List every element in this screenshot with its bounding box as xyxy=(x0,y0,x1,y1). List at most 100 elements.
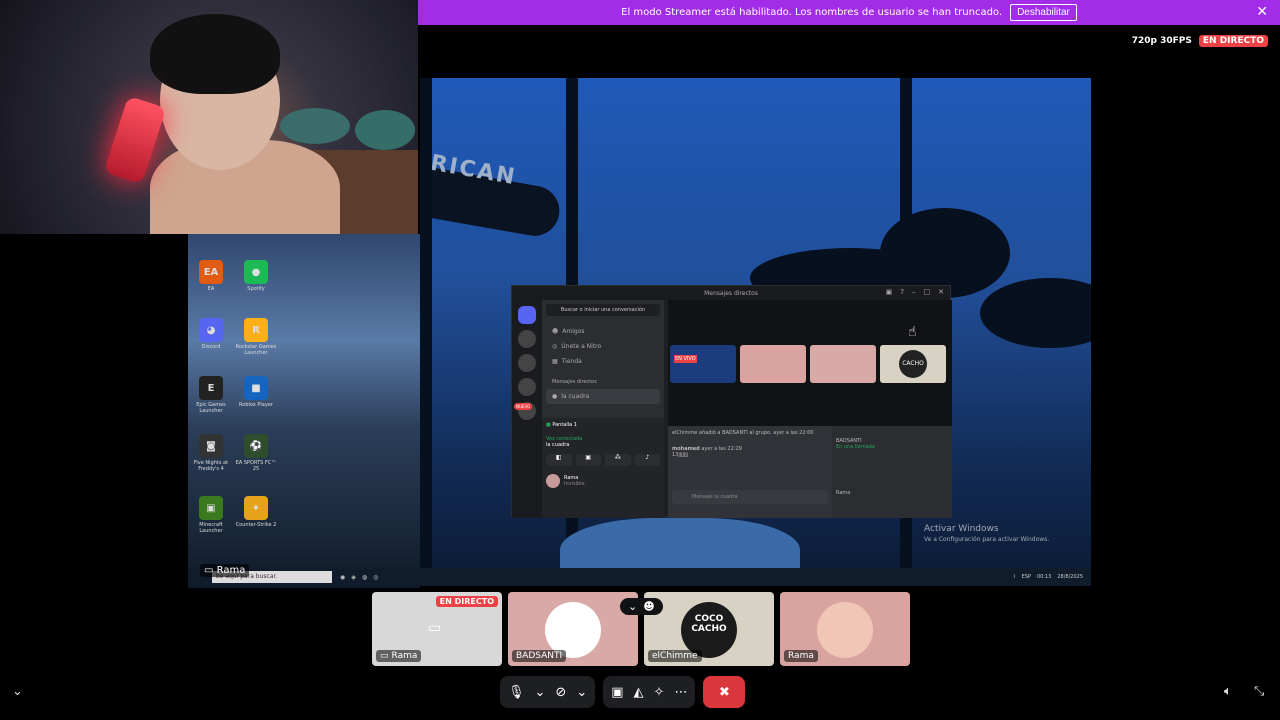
call-tile[interactable]: CACHO xyxy=(880,345,946,383)
desktop-capture: EA EA ● Spotify ◕ Discord R Rockstar Games L… xyxy=(188,234,420,588)
desktop-icon[interactable]: ● Spotify xyxy=(233,260,279,292)
help-icon[interactable]: ? xyxy=(900,288,904,296)
share-icon[interactable]: ▣ xyxy=(575,454,601,466)
dm-search[interactable]: Buscar o iniciar una conversación xyxy=(546,304,660,316)
message-input[interactable]: Mensaje la cuadra xyxy=(672,490,828,504)
participant-label: elChimme xyxy=(648,650,702,662)
camera-off-icon[interactable]: ⊘ xyxy=(555,685,566,700)
participant-tile[interactable]: EN DIRECTO ▭ ▭ Rama xyxy=(372,592,502,666)
avatar[interactable] xyxy=(546,474,560,488)
stream-quality: 720p 30FPS EN DIRECTO xyxy=(1128,35,1268,47)
close-icon[interactable]: ✕ xyxy=(938,288,944,296)
webcam-feed[interactable] xyxy=(0,0,418,234)
discord-titlebar: Mensajes directos ▣ ? – □ ✕ xyxy=(512,286,950,300)
chevron-down-icon[interactable]: ⌄ xyxy=(576,685,587,700)
desktop-icon[interactable]: ◕ Discord xyxy=(188,318,234,350)
participant-expander[interactable]: ⌄ ☻ xyxy=(620,598,663,615)
chevron-down-icon[interactable]: ⌄ xyxy=(628,600,637,613)
discord-home-icon[interactable] xyxy=(518,306,536,324)
volume-icon[interactable]: 🔈︎ xyxy=(1224,684,1232,699)
desktop-icon[interactable]: ◙ Five Nights at Freddy's 4 xyxy=(188,434,234,472)
add-people-icon[interactable]: ☻ xyxy=(643,600,654,613)
desktop-icon[interactable]: R Rockstar Games Launcher xyxy=(233,318,279,356)
desktop-icon[interactable]: ✦ Counter-Strike 2 xyxy=(233,496,279,528)
stream-owner-label: ▭ Rama xyxy=(200,564,250,577)
server-icon[interactable] xyxy=(518,330,536,348)
desktop-icon[interactable]: ▣ Minecraft Launcher xyxy=(188,496,234,534)
disable-streamer-button[interactable]: Deshabilitar xyxy=(1010,4,1077,21)
store-icon: ▦ xyxy=(552,358,558,365)
webcam-cushion xyxy=(280,108,350,144)
participant-tile[interactable]: COCO CACHO elChimme xyxy=(644,592,774,666)
nav-item-nitro[interactable]: ◎ Únete a Nitro xyxy=(546,339,660,354)
screen-share-icon[interactable]: ▣ xyxy=(611,685,623,700)
mic-icon[interactable]: 🎙︎ xyxy=(508,685,525,700)
discord-icon: ◕ xyxy=(199,318,223,342)
chevron-down-icon[interactable]: ⌄ xyxy=(535,685,546,700)
desktop-icon[interactable]: ■ Roblox Player xyxy=(233,376,279,408)
dm-item[interactable]: ● la cuadra xyxy=(546,389,660,404)
live-badge: EN DIRECTO xyxy=(435,596,498,607)
desktop-icon[interactable]: ⚽ EA SPORTS FC™ 25 xyxy=(233,434,279,472)
participant-label: BADSANTI xyxy=(512,650,567,662)
nav-item-store[interactable]: ▦ Tienda xyxy=(546,354,660,369)
chevron-down-icon[interactable]: ⌄ xyxy=(12,684,23,699)
more-icon[interactable]: ⋯ xyxy=(674,685,687,700)
call-tile[interactable]: EN VIVO xyxy=(670,345,736,383)
maximize-icon[interactable]: □ xyxy=(924,288,931,296)
member-list: BADSANTI En una llamada Rama xyxy=(832,426,952,518)
epic-icon: E xyxy=(199,376,223,400)
roblox-icon: ■ xyxy=(244,376,268,400)
wifi-icon[interactable]: ⌇ xyxy=(1013,574,1015,580)
inbox-icon[interactable]: ▣ xyxy=(886,288,893,296)
group-icon: ● xyxy=(552,393,558,400)
chrome-icon[interactable]: ◉ xyxy=(340,574,345,581)
call-tile[interactable] xyxy=(740,345,806,383)
participant-tile[interactable]: BADSANTI xyxy=(508,592,638,666)
browser-icon[interactable]: ◍ xyxy=(362,574,367,581)
minimize-icon[interactable]: – xyxy=(912,288,916,296)
cs2-icon: ✦ xyxy=(244,496,268,520)
activate-windows: Activar Windows Ve a Configuración para … xyxy=(924,524,1050,543)
friends-icon: ☻ xyxy=(552,328,559,335)
desktop-icon[interactable]: EA EA xyxy=(188,260,234,292)
server-icon[interactable] xyxy=(518,378,536,396)
nitro-icon: ◎ xyxy=(552,343,558,350)
voice-buttons: ◧ ▣ ⁂ ♪ xyxy=(546,454,660,466)
minecraft-icon: ▣ xyxy=(199,496,223,520)
app-icon[interactable]: ◎ xyxy=(373,574,378,581)
participant-label: Rama xyxy=(784,650,818,662)
webcam-person-hair xyxy=(150,14,280,94)
call-controls: 🎙︎ ⌄ ⊘ ⌄ ▣ ◭ ✧ ⋯ ✖ xyxy=(500,676,746,708)
soundboard-icon[interactable]: ✧ xyxy=(654,685,665,700)
banner-text: El modo Streamer está habilitado. Los no… xyxy=(621,7,1003,18)
voice-channel-name: la cuadra xyxy=(546,442,570,448)
close-icon[interactable]: ✕ xyxy=(1256,4,1268,20)
hangup-icon[interactable]: ✖ xyxy=(703,676,746,708)
soundboard-icon[interactable]: ♪ xyxy=(634,454,660,466)
rockstar-icon: R xyxy=(244,318,268,342)
camera-icon[interactable]: ◧ xyxy=(546,454,572,466)
discord-call-window: El modo Streamer está habilitado. Los no… xyxy=(0,0,1280,720)
fnaf-icon: ◙ xyxy=(199,434,223,458)
quality-label: 720p 30FPS xyxy=(1128,35,1195,47)
server-icon[interactable] xyxy=(518,354,536,372)
participant-tile[interactable]: Rama xyxy=(780,592,910,666)
desktop-icon[interactable]: E Epic Games Launcher xyxy=(188,376,234,414)
user-panel: Rama Invisible xyxy=(546,474,660,488)
system-tray: ⌇ ESP 00:13 28/8/2025 xyxy=(1013,574,1083,580)
call-tile[interactable] xyxy=(810,345,876,383)
streamer-mode-banner: El modo Streamer está habilitado. Los no… xyxy=(418,0,1280,25)
windows-taskbar: be aquí para buscar. ◉ ◈ ◍ ◎ ⌇ ESP 00:13… xyxy=(188,568,1091,586)
mouse-cursor-icon: ☝ xyxy=(908,324,917,340)
screen-icon: ▭ xyxy=(204,565,214,576)
live-badge: EN DIRECTO xyxy=(1198,35,1268,47)
gamepad-icon[interactable]: ◭ xyxy=(634,685,644,700)
activity-icon[interactable]: ⁂ xyxy=(605,454,631,466)
fullscreen-exit-icon[interactable]: ⤡ xyxy=(1254,684,1264,699)
ea-icon: EA xyxy=(199,260,223,284)
chat-area: elChimme añadió a BADSANTI al grupo. aye… xyxy=(668,426,832,518)
nav-item-friends[interactable]: ☻ Amigos xyxy=(546,324,660,339)
steam-icon[interactable]: ◈ xyxy=(351,574,356,581)
window-pillar xyxy=(420,78,432,586)
